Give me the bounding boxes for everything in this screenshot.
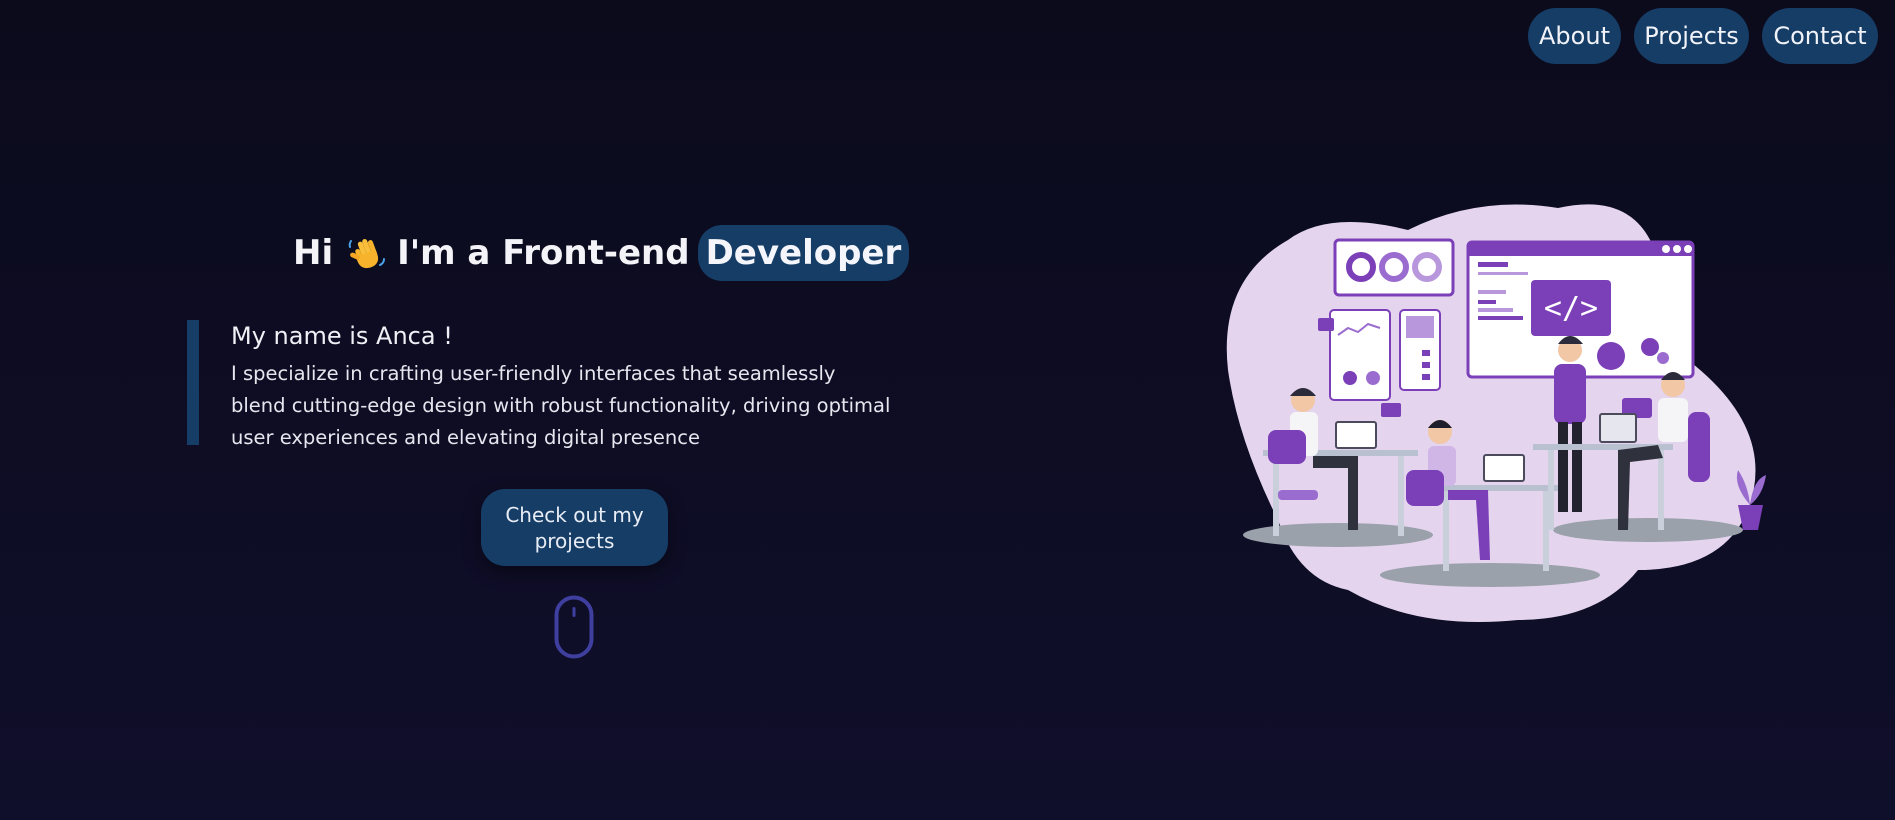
developer-team-illustration: </>	[1226, 204, 1766, 622]
headline-highlight: Developer	[697, 225, 910, 281]
intro-block: My name is Anca ! I specialize in crafti…	[187, 320, 891, 454]
nav-contact-button[interactable]: Contact	[1762, 8, 1878, 64]
intro-text: My name is Anca ! I specialize in crafti…	[231, 320, 891, 454]
headline-text: I'm a Front-end	[397, 233, 690, 273]
intro-accent-bar	[187, 320, 199, 445]
top-nav: About Projects Contact	[1528, 8, 1878, 64]
waving-hand-icon	[348, 238, 386, 269]
greeting-text: Hi	[293, 233, 334, 273]
nav-projects-button[interactable]: Projects	[1634, 8, 1749, 64]
nav-about-button[interactable]: About	[1528, 8, 1621, 64]
intro-name: My name is Anca !	[231, 322, 453, 350]
intro-description: I specialize in crafting user-friendly i…	[231, 362, 891, 449]
hero-headline: Hi I'm a Front-end Developer	[293, 225, 910, 281]
mouse-scroll-icon[interactable]	[554, 595, 594, 659]
check-projects-button[interactable]: Check out my projects	[481, 489, 668, 566]
check-projects-label: Check out my projects	[505, 502, 644, 553]
code-symbol: </>	[1544, 291, 1598, 326]
